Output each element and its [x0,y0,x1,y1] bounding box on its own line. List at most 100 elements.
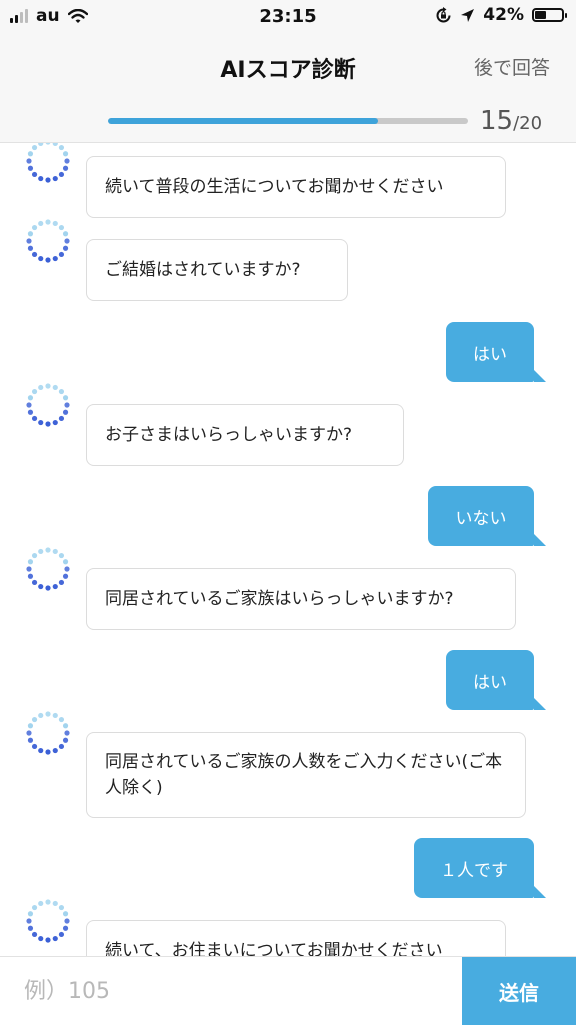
user-message: はい [446,322,546,382]
avatar-dot [58,171,65,178]
avatar-dot [58,931,65,938]
avatar-dot [45,219,51,225]
bot-avatar-icon [26,711,70,755]
avatar-dot [31,716,38,723]
bot-message: 同居されているご家族の人数をご入力ください(ご本人除く) [86,732,526,818]
avatar-dot [52,712,58,719]
rotation-lock-icon [436,6,451,22]
avatar-dot [64,918,70,924]
avatar-dot [31,931,38,938]
avatar-dot [27,409,34,415]
bot-message-text: 同居されているご家族の人数をご入力ください(ご本人除く) [105,752,503,798]
avatar-dot [58,743,65,750]
avatar-dot [31,579,38,586]
avatar-dot [62,395,69,401]
avatar-dot [52,419,58,426]
avatar-dot [27,165,34,171]
avatar-dot [27,559,34,565]
battery-icon [532,8,567,22]
avatar-dot [58,904,65,911]
avatar-dot [52,255,58,262]
header: au 23:15 42% AIスコア診断 後で回答 15/20 [0,0,576,143]
avatar-dot [26,238,32,244]
bot-message-text: ご結婚はされていますか? [105,260,301,280]
avatar-dot [38,220,44,227]
avatar-dot [52,548,58,555]
avatar-dot [52,175,58,182]
avatar-dot [27,151,34,157]
bot-message-text: 続いて、お住まいについてお聞かせください [105,941,443,956]
avatar-dot [31,743,38,750]
avatar-dot [31,552,38,559]
bot-avatar-icon [26,383,70,427]
avatar-dot [26,730,32,736]
user-message-text: いない [455,508,507,529]
progress-total: /20 [513,113,543,134]
avatar-dot [52,935,58,942]
answer-input[interactable] [0,957,462,1025]
avatar-dot [45,749,51,755]
avatar-dot [58,251,65,258]
avatar-dot [31,251,38,258]
bot-message: 同居されているご家族はいらっしゃいますか? [86,568,516,630]
input-bar: 送信 [0,956,576,1025]
avatar-dot [26,402,32,408]
avatar-dot [31,144,38,151]
avatar-dot [52,747,58,754]
user-message: はい [446,650,546,710]
avatar-dot [26,158,32,164]
progress-current: 15 [480,106,514,136]
avatar-dot [38,712,44,719]
avatar-dot [45,937,51,943]
avatar-dot [38,747,44,754]
bot-avatar-icon [26,899,70,943]
avatar-dot [27,573,34,579]
avatar-dot [27,911,34,917]
avatar-dot [27,723,34,729]
chat-area[interactable]: 続いて普段の生活についてお聞かせください ご結婚はされていますか? はい お子さ… [0,142,576,956]
avatar-dot [38,419,44,426]
avatar-dot [45,547,51,553]
avatar-dot [64,730,70,736]
avatar-dot [58,388,65,395]
avatar-dot [45,711,51,717]
avatar-dot [62,737,69,743]
bot-message-text: お子さまはいらっしゃいますか? [105,425,353,445]
avatar-dot [52,384,58,391]
avatar-dot [45,899,51,905]
send-button[interactable]: 送信 [462,957,576,1025]
avatar-dot [62,245,69,251]
avatar-dot [26,566,32,572]
location-arrow-icon [461,8,475,22]
avatar-dot [64,566,70,572]
avatar-dot [31,904,38,911]
status-bar: au 23:15 42% [0,0,576,34]
avatar-dot [27,925,34,931]
bot-avatar-icon [26,142,70,183]
user-message: いない [428,486,546,546]
avatar-dot [45,585,51,591]
avatar-dot [58,552,65,559]
avatar-dot [31,415,38,422]
avatar-dot [45,383,51,389]
user-message-text: １人です [440,860,508,881]
avatar-dot [58,579,65,586]
progress-fill [108,118,378,124]
user-message-text: はい [473,344,507,365]
avatar-dot [62,925,69,931]
avatar-dot [62,409,69,415]
answer-later-button[interactable]: 後で回答 [474,53,550,80]
user-message: １人です [414,838,546,898]
avatar-dot [38,384,44,391]
avatar-dot [64,158,70,164]
progress-bar [108,118,468,124]
avatar-dot [27,231,34,237]
avatar-dot [62,911,69,917]
avatar-dot [38,175,44,182]
user-message-text: はい [473,672,507,693]
avatar-dot [62,151,69,157]
bot-avatar-icon [26,547,70,591]
bot-message-text: 同居されているご家族はいらっしゃいますか? [105,589,454,609]
avatar-dot [52,900,58,907]
avatar-dot [45,257,51,263]
